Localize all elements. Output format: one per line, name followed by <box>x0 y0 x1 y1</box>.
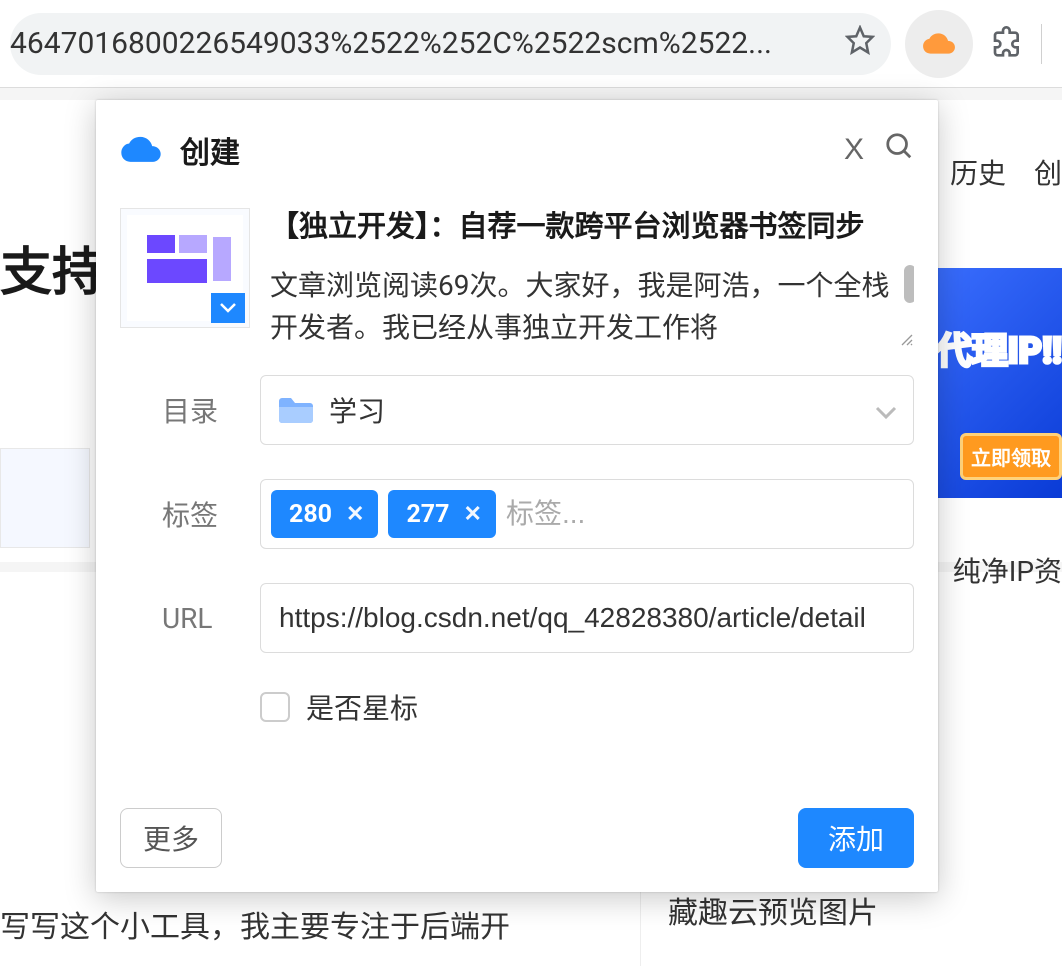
star-checkbox-label: 是否星标 <box>306 687 418 727</box>
address-bar[interactable]: 4647016800226549033%2522%252C%2522scm%25… <box>10 13 891 75</box>
sidebar-heading: 纯净IP资 <box>953 550 1062 590</box>
bookmark-description[interactable]: 文章浏览阅读69次。大家好，我是阿浩，一个全栈开发者。我已经从事独立开发工作将 <box>270 265 914 347</box>
directory-value: 学习 <box>329 390 385 430</box>
directory-label: 目录 <box>120 390 260 430</box>
bookmark-description-text: 文章浏览阅读69次。大家好，我是阿浩，一个全栈开发者。我已经从事独立开发工作将 <box>270 265 914 347</box>
extensions-puzzle-icon[interactable] <box>991 26 1023 62</box>
tag-text-input[interactable] <box>506 490 903 538</box>
banner-text-line2: 代理IP!! <box>936 322 1062 374</box>
popup-title: 创建 <box>180 128 822 172</box>
page-thumbnail <box>120 208 250 328</box>
bookmark-star-icon[interactable] <box>845 25 875 63</box>
sidebar-card-title: 藏趣云预览图片 <box>668 888 878 932</box>
banner-cta[interactable]: 立即领取 <box>960 433 1062 480</box>
chevron-down-icon <box>875 394 897 427</box>
tag-chip[interactable]: 277 ✕ <box>388 490 495 538</box>
bookmark-title: 【独立开发】：自荐一款跨平台浏览器书签同步 <box>270 208 914 247</box>
popup-header: 创建 X <box>96 128 938 190</box>
tags-label: 标签 <box>120 494 260 534</box>
browser-toolbar: 4647016800226549033%2522%252C%2522scm%25… <box>0 0 1062 88</box>
directory-select[interactable]: 学习 <box>260 375 914 445</box>
popup-footer: 更多 添加 <box>96 808 938 892</box>
folder-icon <box>277 395 315 425</box>
page-heading: 支持 <box>0 230 104 305</box>
extension-cloud-icon[interactable] <box>905 10 973 78</box>
extension-popup: 创建 X 【独立开发】：自荐一款跨平台浏览器书签同步 文 <box>96 100 938 892</box>
toolbar-divider <box>1041 24 1042 64</box>
thumbnail-dropdown-icon[interactable] <box>211 293 245 323</box>
url-input[interactable] <box>260 583 914 653</box>
more-button[interactable]: 更多 <box>120 808 222 868</box>
search-icon[interactable] <box>884 131 914 169</box>
cloud-icon <box>120 135 162 165</box>
url-label: URL <box>120 602 260 635</box>
tag-remove-icon[interactable]: ✕ <box>346 502 364 527</box>
tag-chip-label: 280 <box>289 500 332 529</box>
close-button[interactable]: X <box>844 133 862 167</box>
article-body-text: 写写这个小工具，我主要专注于后端开 <box>0 902 510 946</box>
nav-link-history[interactable]: 历史 <box>950 152 1006 192</box>
add-button[interactable]: 添加 <box>798 808 914 868</box>
address-bar-text: 4647016800226549033%2522%252C%2522scm%25… <box>10 26 839 61</box>
tag-chip[interactable]: 280 ✕ <box>271 490 378 538</box>
nav-link-create[interactable]: 创 <box>1034 152 1062 192</box>
page-top-nav: 历史 创 <box>950 152 1062 192</box>
promo-banner[interactable]: 代理IP!! 立即领取 <box>922 268 1062 498</box>
tags-input[interactable]: 280 ✕ 277 ✕ <box>260 479 914 549</box>
resize-handle-icon[interactable] <box>900 333 914 347</box>
star-checkbox[interactable] <box>260 692 290 722</box>
tag-remove-icon[interactable]: ✕ <box>464 502 482 527</box>
tag-chip-label: 277 <box>406 500 449 529</box>
description-scrollbar[interactable] <box>904 265 914 303</box>
